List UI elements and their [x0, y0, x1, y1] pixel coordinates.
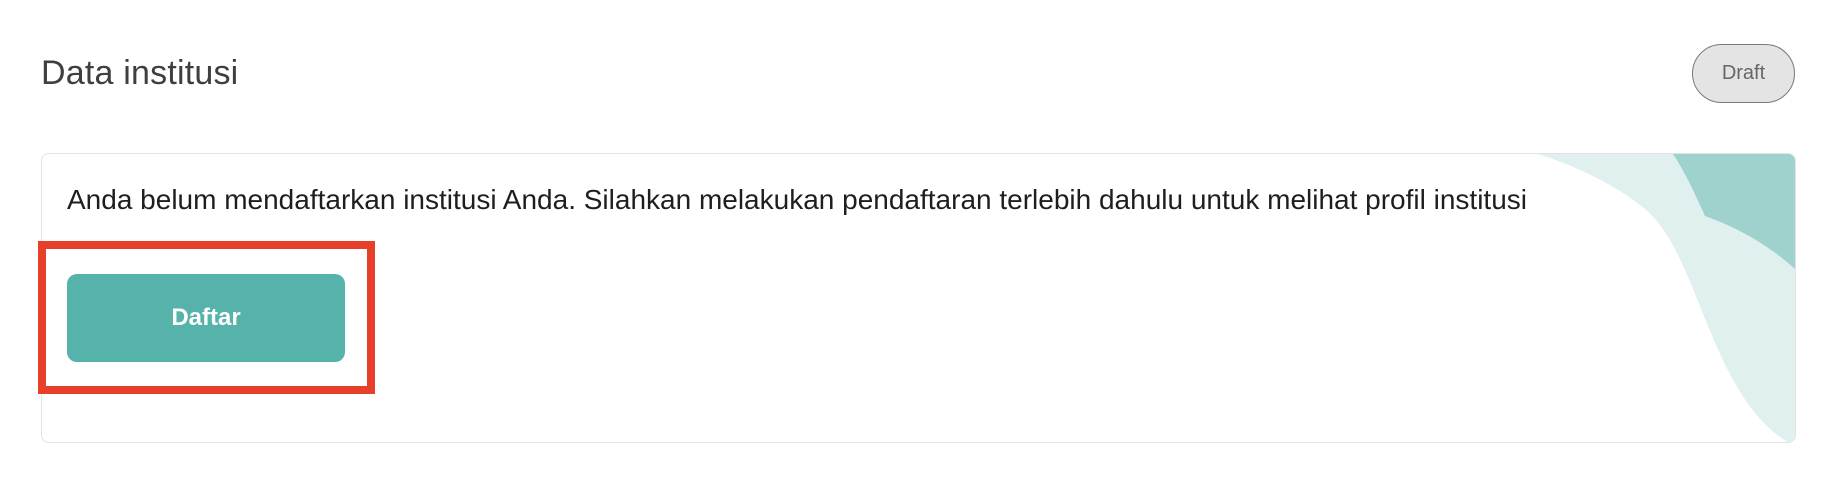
register-button[interactable]: Daftar [67, 274, 345, 362]
page-title: Data institusi [41, 53, 239, 92]
wave-decoration-icon [1538, 154, 1795, 442]
page: Data institusi Draft Anda belum mendafta… [0, 0, 1830, 496]
status-badge: Draft [1692, 43, 1795, 103]
card-message: Anda belum mendaftarkan institusi Anda. … [67, 184, 1527, 215]
header: Data institusi Draft [41, 40, 1795, 106]
